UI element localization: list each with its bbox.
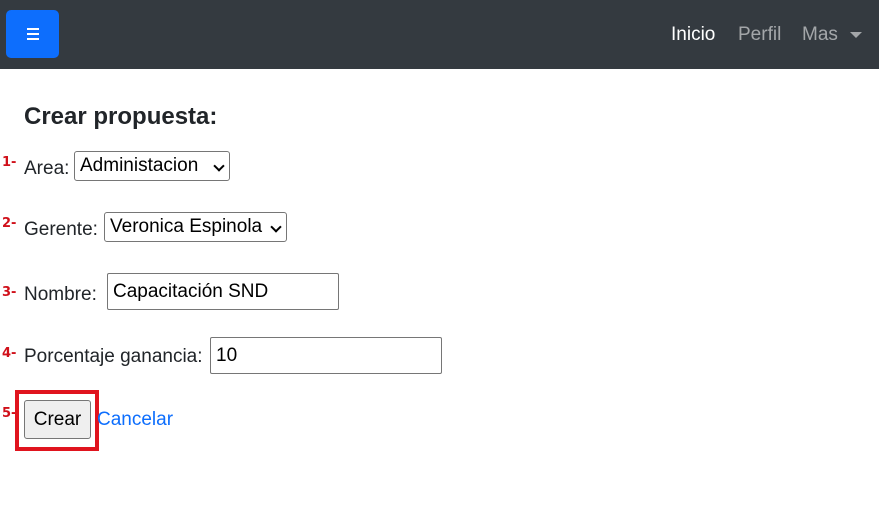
gerente-select[interactable]: Veronica Espinola [104, 212, 287, 242]
nombre-input[interactable] [107, 273, 339, 310]
area-select-value: Administacion [80, 155, 199, 176]
area-select[interactable]: Administacion [74, 151, 230, 181]
menu-toggle-button[interactable] [6, 10, 59, 58]
porcentaje-ganancia-input[interactable] [210, 337, 442, 374]
nombre-label: Nombre: [24, 284, 97, 305]
caret-down-icon[interactable] [850, 32, 862, 38]
top-navbar: Inicio Perfil Mas [0, 0, 879, 69]
area-label: Area: [24, 158, 70, 179]
porcentaje-label: Porcentaje ganancia: [24, 346, 203, 367]
nav-dropdown-mas[interactable]: Mas [802, 23, 838, 47]
gerente-select-value: Veronica Espinola [110, 216, 263, 237]
step-marker-3: 3- [2, 285, 17, 300]
step-marker-2: 2- [2, 216, 17, 231]
chevron-down-icon [213, 160, 225, 172]
nav-link-inicio[interactable]: Inicio [671, 23, 715, 47]
chevron-down-icon [270, 221, 282, 233]
cancelar-link[interactable]: Cancelar [97, 408, 173, 432]
nav-link-perfil[interactable]: Perfil [738, 23, 781, 47]
gerente-label: Gerente: [24, 219, 98, 240]
page-title: Crear propuesta: [24, 103, 218, 130]
step-marker-1: 1- [2, 155, 17, 170]
step-marker-4: 4- [2, 346, 17, 361]
hamburger-icon [26, 28, 39, 40]
crear-button[interactable]: Crear [24, 400, 91, 439]
